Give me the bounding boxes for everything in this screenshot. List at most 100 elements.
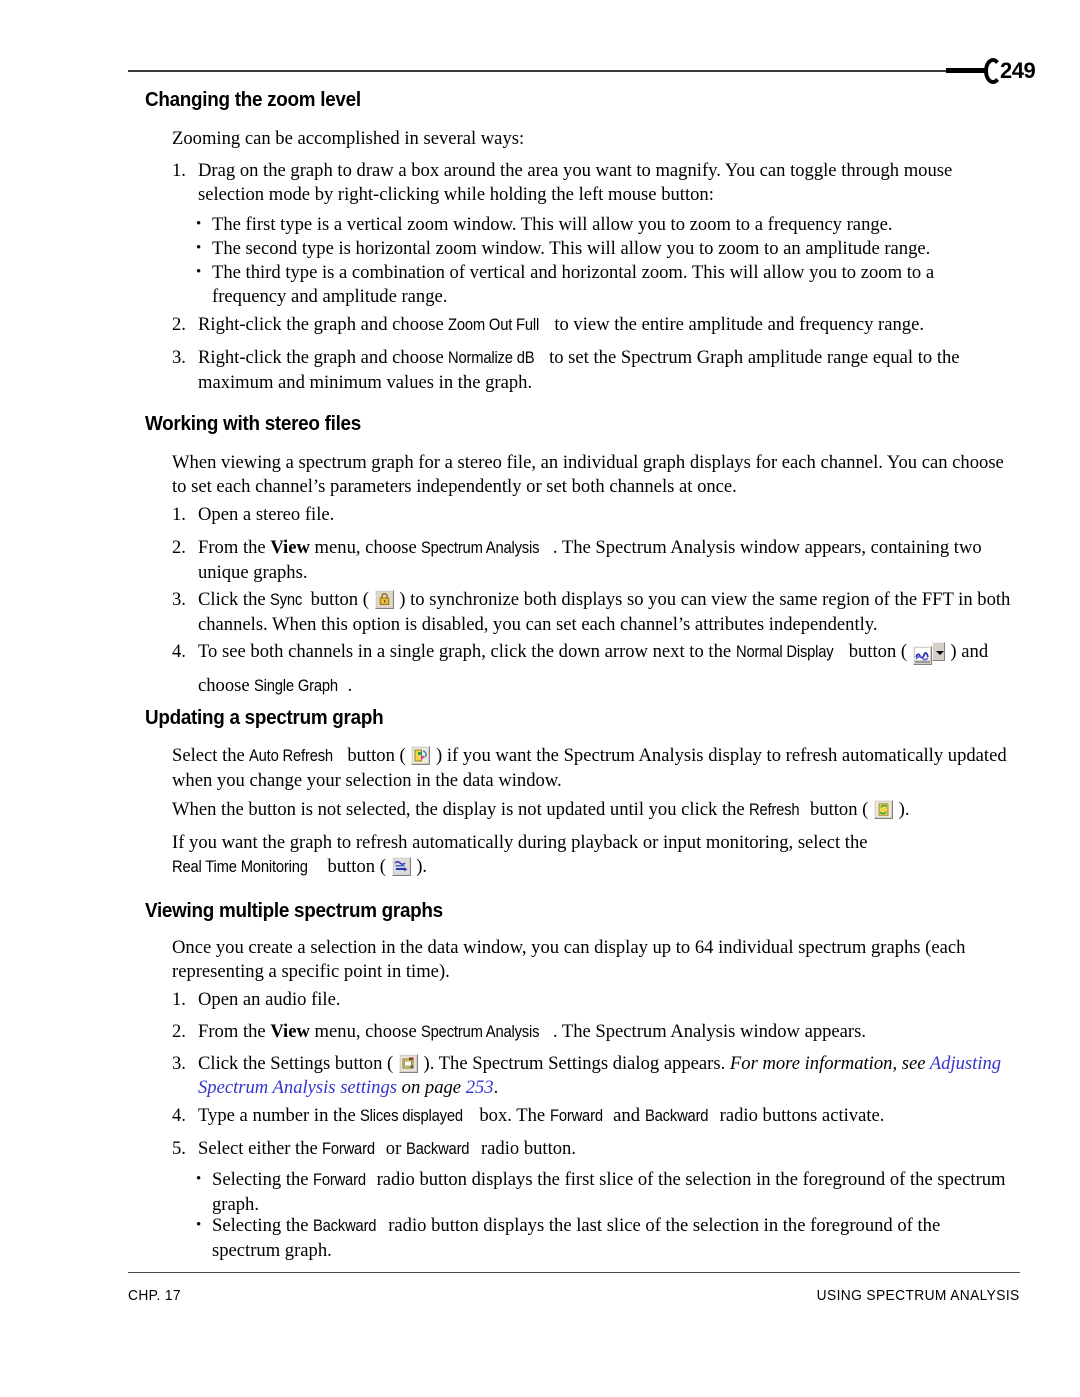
menu-name-view: View xyxy=(270,1021,310,1042)
footer-rule xyxy=(128,1272,1020,1273)
text-post: radio buttons activate. xyxy=(715,1105,885,1126)
text-end: . xyxy=(347,674,353,696)
footer-chapter: CHP. 17 xyxy=(128,1288,181,1304)
waveform-dropdown-icon[interactable] xyxy=(912,642,945,674)
ui-label-forward: Forward xyxy=(549,1107,603,1125)
bullet-text: Selecting the Backward radio button disp… xyxy=(212,1214,1012,1262)
multiple-list-item-1: 1. Open an audio file. xyxy=(172,988,1012,1012)
text-on-page: on page xyxy=(397,1076,466,1098)
multiple-list-item-5: 5. Select either the Forward or Backward… xyxy=(172,1137,1012,1162)
auto-refresh-icon[interactable] xyxy=(411,746,431,765)
text-mid: ). The Spectrum Settings dialog appears. xyxy=(418,1053,730,1074)
ui-label-spectrum-analysis: Spectrum Analysis xyxy=(421,539,540,557)
list-marker: 3. xyxy=(172,589,186,610)
waveform-icon[interactable] xyxy=(912,646,932,665)
multiple-list-item-2: 2. From the View menu, choose Spectrum A… xyxy=(172,1020,1012,1045)
text-mid: button ( xyxy=(844,641,912,662)
list-item-text: Select either the Forward or Backward ra… xyxy=(198,1137,1012,1162)
stereo-list-item-1: 1. Open a stereo file. xyxy=(172,503,1012,527)
updating-graph-para-2: When the button is not selected, the dis… xyxy=(172,798,1010,823)
list-marker: 1. xyxy=(172,989,186,1010)
list-marker: 1. xyxy=(172,160,186,181)
ui-label-refresh: Refresh xyxy=(749,801,800,819)
text-pre: Type a number in the xyxy=(198,1105,361,1126)
multiple-graphs-intro: Once you create a selection in the data … xyxy=(172,937,966,982)
text-mid-2: and xyxy=(608,1105,645,1126)
text-end: . xyxy=(493,1076,499,1098)
list-marker: 1. xyxy=(172,504,186,525)
zoom-list-item-1: 1. Drag on the graph to draw a box aroun… xyxy=(172,159,1012,206)
text-italic: For more information, see xyxy=(729,1053,930,1074)
multiple-bullet-2: • Selecting the Backward radio button di… xyxy=(196,1214,1012,1262)
text-mid: menu, choose xyxy=(309,537,422,558)
bullet-text: Selecting the Forward radio button displ… xyxy=(212,1168,1012,1216)
lock-icon[interactable] xyxy=(374,590,394,609)
list-marker: 2. xyxy=(172,314,186,335)
bullet-text: The first type is a vertical zoom window… xyxy=(212,214,893,235)
heading-viewing-multiple-spectrum-graphs: Viewing multiple spectrum graphs xyxy=(145,899,443,922)
header-rule-cap xyxy=(946,68,988,73)
text-pre: Click the Settings button ( xyxy=(198,1053,398,1074)
ui-label-normalize-db: Normalize dB xyxy=(448,349,535,367)
text-mid: menu, choose xyxy=(309,1021,422,1042)
list-item-text: Type a number in the Slices displayed bo… xyxy=(198,1104,1012,1129)
text-mid: or xyxy=(381,1138,406,1159)
text-pre: To see both channels in a single graph, … xyxy=(198,641,736,662)
list-item-text: Open a stereo file. xyxy=(198,504,335,525)
list-marker: 3. xyxy=(172,1053,186,1074)
text-post: ). xyxy=(894,799,910,820)
list-marker: 4. xyxy=(172,641,186,662)
bullet-text: The third type is a combination of verti… xyxy=(212,262,935,307)
list-marker: 2. xyxy=(172,1021,186,1042)
list-item-text: To see both channels in a single graph, … xyxy=(198,640,1012,698)
text-pre: Right-click the graph and choose xyxy=(198,314,449,335)
stereo-list-item-4: 4. To see both channels in a single grap… xyxy=(172,640,1012,698)
stereo-list-item-2: 2. From the View menu, choose Spectrum A… xyxy=(172,536,1012,584)
zoom-bullet-3: • The third type is a combination of ver… xyxy=(196,261,1012,308)
stereo-list-item-3: 3. Click the Sync button ( ) to synchron… xyxy=(172,588,1012,636)
bullet-marker: • xyxy=(196,264,202,280)
text-mid: button ( xyxy=(322,855,391,877)
ui-label-normal-display: Normal Display xyxy=(735,643,834,661)
text-pre: When the button is not selected, the dis… xyxy=(172,799,750,820)
bullet-marker: • xyxy=(196,216,202,232)
bullet-marker: • xyxy=(196,1217,202,1233)
list-marker: 2. xyxy=(172,537,186,558)
text-pre: Selecting the xyxy=(212,1169,314,1190)
zoom-level-intro: Zooming can be accomplished in several w… xyxy=(172,128,525,149)
refresh-icon[interactable] xyxy=(874,800,893,819)
ui-label-forward: Forward xyxy=(313,1171,367,1189)
ui-label-backward: Backward xyxy=(313,1217,377,1235)
list-item-text: Click the Sync button ( ) to synchronize… xyxy=(198,588,1012,636)
bullet-text: The second type is horizontal zoom windo… xyxy=(212,238,931,259)
chevron-down-icon[interactable] xyxy=(931,642,945,661)
text-mid: button ( xyxy=(305,589,374,610)
list-item-text: From the View menu, choose Spectrum Anal… xyxy=(198,1020,1012,1045)
updating-graph-para-1: Select the Auto Refresh button ( ) if yo… xyxy=(172,744,1010,792)
text-post: ). xyxy=(411,855,428,877)
footer-section-title: USING SPECTRUM ANALYSIS xyxy=(817,1288,1020,1304)
bullet-marker: • xyxy=(196,1171,202,1187)
zoom-list-item-2: 2. Right-click the graph and choose Zoom… xyxy=(172,313,1012,338)
multiple-list-item-4: 4. Type a number in the Slices displayed… xyxy=(172,1104,1012,1129)
list-marker: 3. xyxy=(172,347,186,368)
text-post: to view the entire amplitude and frequen… xyxy=(549,314,924,335)
heading-updating-a-spectrum-graph: Updating a spectrum graph xyxy=(145,706,384,729)
list-item-text: Click the Settings button ( ). The Spect… xyxy=(198,1052,1012,1099)
page-number: 249 xyxy=(1000,58,1036,83)
ui-label-sync: Sync xyxy=(270,591,303,609)
multiple-list-item-3: 3. Click the Settings button ( ). The Sp… xyxy=(172,1052,1012,1099)
ui-label-forward: Forward xyxy=(322,1140,376,1158)
document-page: 249 Changing the zoom level Zooming can … xyxy=(0,0,1080,1397)
bullet-marker: • xyxy=(196,240,202,256)
text-pre: From the xyxy=(198,1021,271,1042)
page-reference-link[interactable]: 253 xyxy=(466,1077,494,1098)
text-mid: box. The xyxy=(474,1105,550,1126)
real-time-monitoring-icon[interactable] xyxy=(391,856,411,876)
heading-changing-the-zoom-level: Changing the zoom level xyxy=(145,88,361,111)
multiple-bullet-1: • Selecting the Forward radio button dis… xyxy=(196,1168,1012,1216)
menu-name-view: View xyxy=(270,537,310,558)
ui-label-zoom-out-full: Zoom Out Full xyxy=(448,316,540,334)
settings-icon[interactable] xyxy=(398,1054,418,1073)
list-item-text: From the View menu, choose Spectrum Anal… xyxy=(198,536,1012,584)
